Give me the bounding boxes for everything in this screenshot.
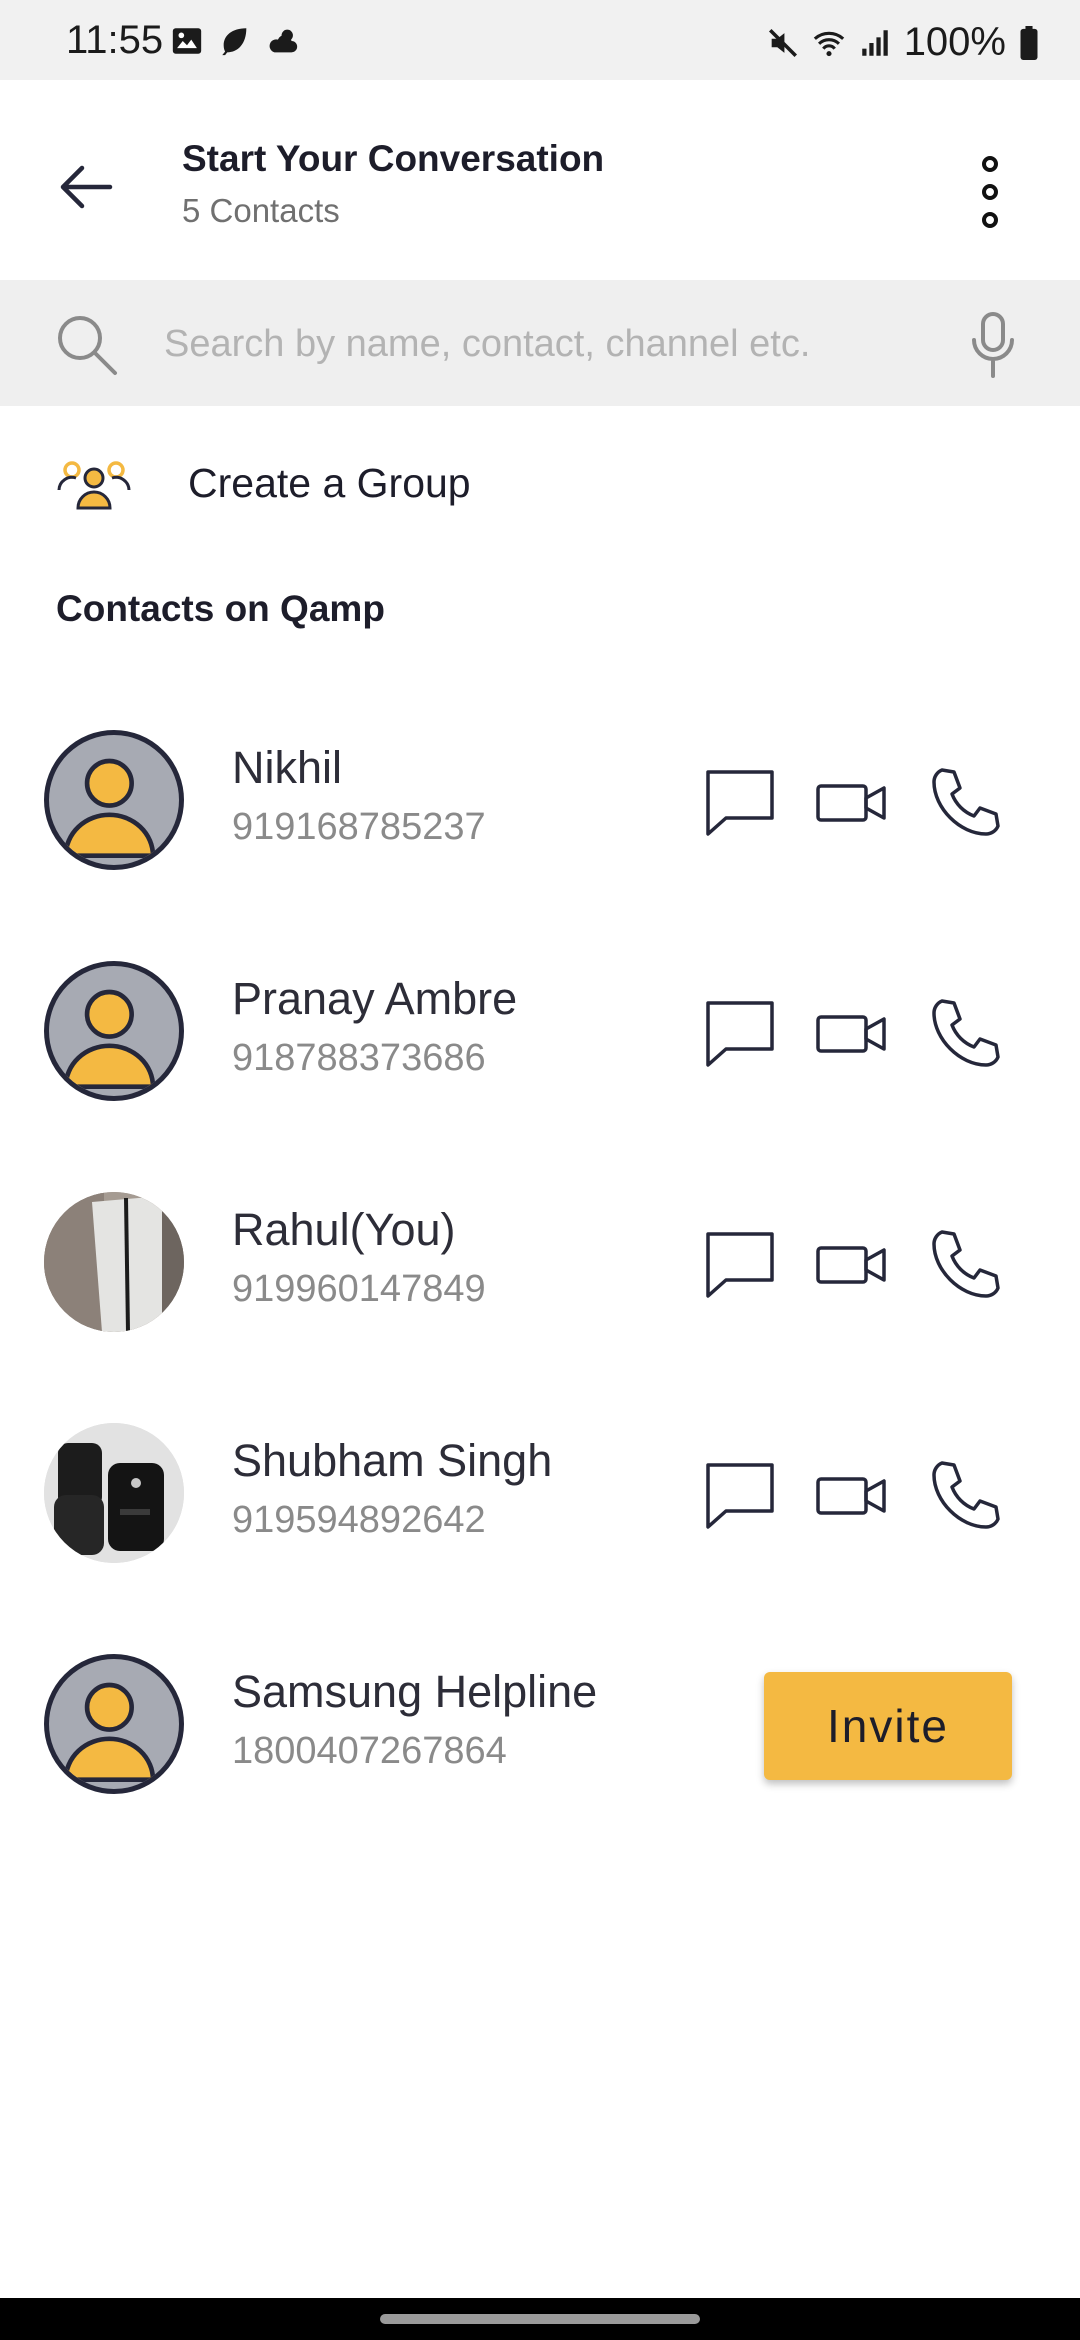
microphone-icon[interactable] <box>968 310 1018 380</box>
chat-icon[interactable] <box>704 1228 776 1300</box>
contact-name: Samsung Helpline <box>232 1666 598 1717</box>
contact-row[interactable]: Rahul(You) 919960147849 <box>0 1162 1080 1362</box>
phone-icon[interactable] <box>930 1228 1002 1300</box>
avatar <box>44 961 184 1101</box>
section-title: Contacts on Qamp <box>56 588 385 629</box>
contact-name: Pranay Ambre <box>232 973 518 1024</box>
app-header: Start Your Conversation 5 Contacts <box>0 80 1080 280</box>
battery-icon <box>1020 25 1038 60</box>
contact-number: 918788373686 <box>232 1037 486 1079</box>
avatar <box>44 730 184 870</box>
contact-number: 919594892642 <box>232 1499 486 1541</box>
image-icon <box>172 28 202 54</box>
page-title: Start Your Conversation <box>182 138 605 179</box>
contact-row[interactable]: Nikhil 919168785237 <box>0 700 1080 900</box>
contact-row[interactable]: Samsung Helpline 1800407267864 Invite <box>0 1624 1080 1824</box>
contact-name: Rahul(You) <box>232 1204 456 1255</box>
back-arrow-icon[interactable] <box>52 152 122 222</box>
chat-icon[interactable] <box>704 766 776 838</box>
search-icon <box>58 316 117 375</box>
phone-icon[interactable] <box>930 766 1002 838</box>
weather-icon <box>269 29 298 53</box>
group-icon <box>57 461 131 510</box>
mute-icon <box>768 28 797 57</box>
home-gesture-handle[interactable] <box>380 2314 700 2324</box>
contacts-count: 5 Contacts <box>182 192 340 229</box>
system-nav-bar <box>0 2298 1080 2340</box>
video-call-icon[interactable] <box>816 1459 888 1531</box>
contact-number: 1800407267864 <box>232 1730 507 1772</box>
contact-number: 919960147849 <box>232 1268 486 1310</box>
search-input[interactable] <box>162 308 946 380</box>
video-call-icon[interactable] <box>816 1228 888 1300</box>
avatar <box>44 1654 184 1794</box>
leaf-icon <box>222 28 247 56</box>
contact-row[interactable]: Shubham Singh 919594892642 <box>0 1393 1080 1593</box>
chat-icon[interactable] <box>704 1459 776 1531</box>
create-group-label: Create a Group <box>188 460 471 506</box>
search-bar <box>0 280 1080 406</box>
status-bar: 11:55 100% <box>0 0 1080 80</box>
wifi-icon <box>813 31 844 56</box>
video-call-icon[interactable] <box>816 766 888 838</box>
video-call-icon[interactable] <box>816 997 888 1069</box>
phone-icon[interactable] <box>930 997 1002 1069</box>
battery-percent: 100% <box>903 20 1006 64</box>
contact-number: 919168785237 <box>232 806 486 848</box>
signal-icon <box>861 29 888 56</box>
avatar-photo <box>44 1423 184 1563</box>
status-time: 11:55 <box>66 18 164 62</box>
contact-row[interactable]: Pranay Ambre 918788373686 <box>0 931 1080 1131</box>
avatar-photo <box>44 1192 184 1332</box>
invite-button[interactable]: Invite <box>764 1672 1012 1780</box>
contact-name: Shubham Singh <box>232 1435 553 1486</box>
create-group-row[interactable]: Create a Group <box>0 418 1080 548</box>
phone-icon[interactable] <box>930 1459 1002 1531</box>
chat-icon[interactable] <box>704 997 776 1069</box>
contact-name: Nikhil <box>232 742 343 793</box>
more-options-icon[interactable] <box>968 150 1012 234</box>
